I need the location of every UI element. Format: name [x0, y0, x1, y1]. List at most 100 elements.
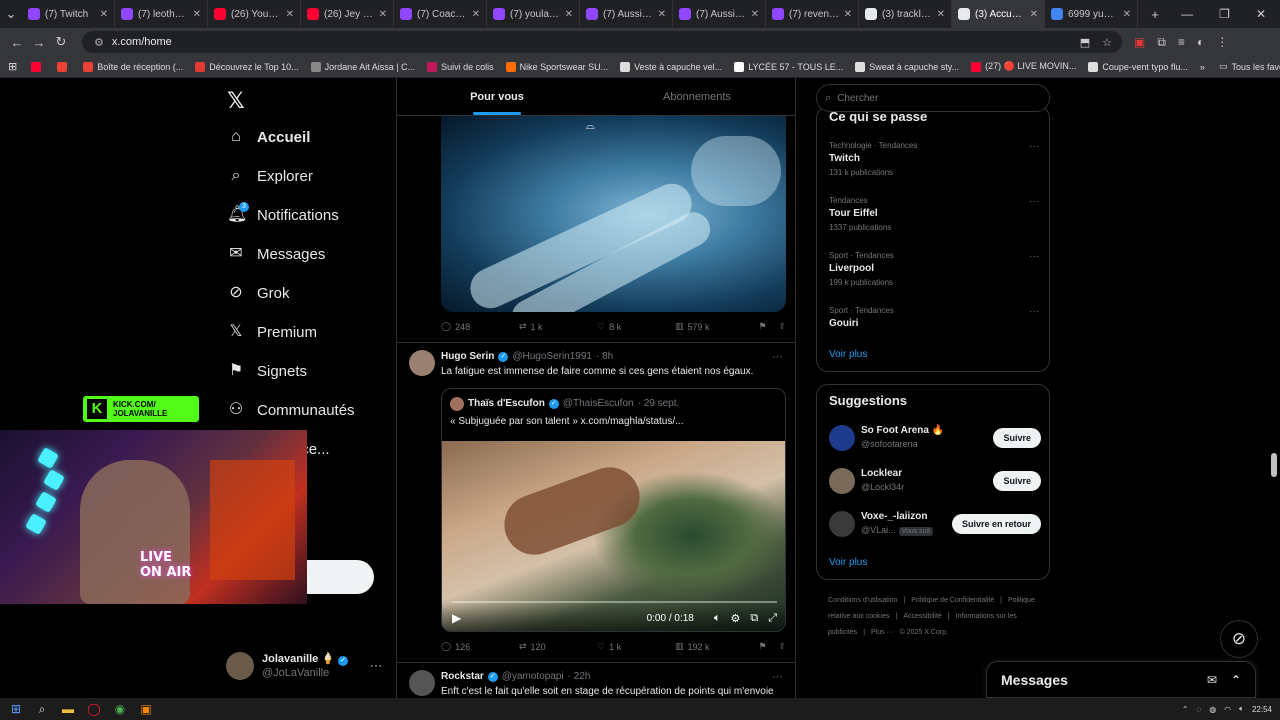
trends-show-more[interactable]: Voir plus: [829, 349, 867, 360]
more-bookmarks-icon[interactable]: »: [1200, 62, 1205, 72]
close-tab-icon[interactable]: ✕: [844, 9, 852, 20]
nav-item-signets[interactable]: ⚑ Signets: [227, 362, 307, 380]
video-player[interactable]: ▶ 0:00 / 0:18 🔈︎ ⚙ ⧉ ⤢: [442, 441, 785, 631]
footer-link[interactable]: Accessibilité: [903, 613, 942, 620]
quoted-post[interactable]: Thaïs d'Escufon ✓ @ThaisEscufon · 29 sep…: [441, 388, 786, 632]
trend-item[interactable]: Sport · Tendances Liverpool 199 k publicat…: [829, 251, 1039, 287]
reload-icon[interactable]: ↻: [50, 34, 72, 50]
bookmark-item[interactable]: Découvrez le Top 10...: [195, 61, 299, 72]
opera-icon[interactable]: ◯: [86, 701, 102, 717]
taskbar-clock[interactable]: 22:54: [1252, 705, 1272, 714]
footer-link[interactable]: Plus ···: [871, 629, 894, 636]
author-handle[interactable]: @HugoSerin1991: [512, 351, 592, 362]
nav-item-grok[interactable]: ⊘ Grok: [227, 284, 289, 302]
restore-icon[interactable]: ❐: [1219, 7, 1230, 21]
suggestion-item[interactable]: So Foot Arena 🔥 @sofootarena Suivre: [829, 425, 1041, 453]
share-icon[interactable]: ⇪: [778, 321, 786, 332]
new-message-icon[interactable]: ✉: [1207, 673, 1217, 687]
footer-link[interactable]: Politique de Confidentialité: [911, 597, 994, 604]
pip-icon[interactable]: ⧉: [750, 612, 758, 625]
more-icon[interactable]: ···: [1029, 141, 1039, 152]
share-icon[interactable]: ⇪: [778, 641, 786, 652]
follow-button[interactable]: Suivre en retour: [951, 514, 1041, 534]
browser-tab[interactable]: (26) Jey Brow... ✕: [301, 0, 394, 28]
file-explorer-icon[interactable]: ▬: [60, 701, 76, 717]
more-icon[interactable]: ···: [1029, 251, 1039, 262]
scrollbar-thumb[interactable]: [1271, 453, 1277, 477]
close-tab-icon[interactable]: ✕: [1030, 9, 1038, 20]
play-icon[interactable]: ▶: [452, 611, 461, 625]
bookmark-item[interactable]: LYCÉE 57 - TOUS LE...: [734, 61, 843, 72]
footer-link[interactable]: © 2025 X Corp.: [900, 629, 948, 636]
profile-icon[interactable]: ◐: [1197, 35, 1204, 50]
reply-button[interactable]: ◯ 126: [441, 641, 519, 652]
browser-tab[interactable]: (7) revenja_... ✕: [766, 0, 859, 28]
suggestion-item[interactable]: Locklear @Lockl34r Suivre: [829, 468, 1041, 496]
url-field[interactable]: ⚙ x.com/home ⬒ ☆: [82, 31, 1122, 53]
all-bookmarks[interactable]: ▭Tous les favoris: [1219, 61, 1280, 72]
browser-tab[interactable]: (7) AussieAn... ✕: [580, 0, 673, 28]
windows-start-icon[interactable]: ⊞: [8, 701, 24, 717]
apps-icon[interactable]: ⊞: [8, 60, 17, 73]
close-window-icon[interactable]: ✕: [1256, 7, 1266, 21]
close-tab-icon[interactable]: ✕: [100, 9, 108, 20]
repost-button[interactable]: ⇄ 120: [519, 641, 597, 652]
suggestions-show-more[interactable]: Voir plus: [829, 557, 867, 568]
like-button[interactable]: ♡ 1 k: [597, 641, 675, 652]
new-tab-button[interactable]: +: [1144, 7, 1166, 22]
follow-button[interactable]: Suivre: [993, 471, 1041, 491]
post-image-xray[interactable]: ⌓: [441, 116, 786, 312]
bookmark-item[interactable]: Jordane Ait Aissa | C...: [310, 61, 415, 72]
browser-tab[interactable]: (7) youladec... ✕: [487, 0, 580, 28]
bookmark-item[interactable]: Suivi de colis: [427, 61, 494, 72]
wifi-icon[interactable]: ◠: [1224, 705, 1231, 714]
post-time[interactable]: · 22h: [568, 671, 591, 682]
post-time[interactable]: · 8h: [596, 351, 613, 362]
bookmark-item[interactable]: Boîte de réception (...: [83, 61, 183, 72]
bookmark-item[interactable]: Veste à capuche vel...: [620, 61, 722, 72]
more-icon[interactable]: ···: [772, 671, 783, 683]
close-tab-icon[interactable]: ✕: [193, 9, 201, 20]
views-button[interactable]: ▥ 579 k: [675, 321, 753, 332]
site-info-icon[interactable]: ⚙: [94, 36, 104, 49]
close-tab-icon[interactable]: ✕: [379, 9, 387, 20]
bookmark-icon[interactable]: ⚑: [758, 321, 766, 332]
search-icon[interactable]: ⌕: [34, 701, 50, 717]
puzzle-icon[interactable]: ⧉: [1157, 35, 1166, 50]
tray-icon[interactable]: ◌: [1196, 705, 1201, 714]
browser-tab[interactable]: (26) YouTube ✕: [208, 0, 301, 28]
forward-icon[interactable]: →: [28, 35, 50, 50]
nav-item-explorer[interactable]: ⌕ Explorer: [227, 167, 313, 185]
nav-item-accueil[interactable]: ⌂ Accueil: [227, 128, 310, 146]
more-icon[interactable]: ···: [1029, 196, 1039, 207]
nav-item-messages[interactable]: ✉ Messages: [227, 245, 325, 263]
author-name[interactable]: Hugo Serin: [441, 351, 494, 362]
suggestion-item[interactable]: Voxe-_-laiizon @VLai... Vous suit Suivre en…: [829, 511, 1041, 539]
trend-item[interactable]: Sport · Tendances Gouiri ···: [829, 306, 1039, 329]
app-icon[interactable]: ▣: [138, 701, 154, 717]
volume-icon[interactable]: 🔈︎: [1239, 704, 1244, 714]
tab-following[interactable]: Abonnements: [597, 78, 795, 115]
avatar[interactable]: [409, 670, 435, 696]
expand-icon[interactable]: ⌃: [1231, 673, 1241, 687]
menu-icon[interactable]: ⋮: [1216, 35, 1228, 50]
more-icon[interactable]: ···: [772, 351, 783, 363]
tab-for-you[interactable]: Pour vous: [397, 78, 597, 115]
x-logo-icon[interactable]: 𝕏: [227, 88, 245, 114]
media-icon[interactable]: ≡: [1178, 35, 1185, 50]
tab-list-button[interactable]: ⌄: [0, 6, 22, 22]
browser-tab[interactable]: 6999 yuan e... ✕: [1045, 0, 1138, 28]
bookmark-item[interactable]: [31, 61, 45, 72]
close-tab-icon[interactable]: ✕: [751, 9, 759, 20]
browser-tab[interactable]: (7) AussieAn... ✕: [673, 0, 766, 28]
trend-item[interactable]: Tendances Tour Eiffel 1337 publications ···: [829, 196, 1039, 232]
close-tab-icon[interactable]: ✕: [937, 9, 945, 20]
bookmark-item[interactable]: Coupe-vent typo flu...: [1088, 61, 1188, 72]
install-icon[interactable]: ⬒: [1080, 36, 1090, 49]
follow-button[interactable]: Suivre: [993, 428, 1041, 448]
close-tab-icon[interactable]: ✕: [658, 9, 666, 20]
extension-icon[interactable]: ▣: [1134, 35, 1145, 50]
bookmark-item[interactable]: (27) 🔴 LIVE MOVIN...: [971, 61, 1076, 72]
bookmark-icon[interactable]: ⚑: [758, 641, 766, 652]
like-button[interactable]: ♡ 8 k: [597, 321, 675, 332]
